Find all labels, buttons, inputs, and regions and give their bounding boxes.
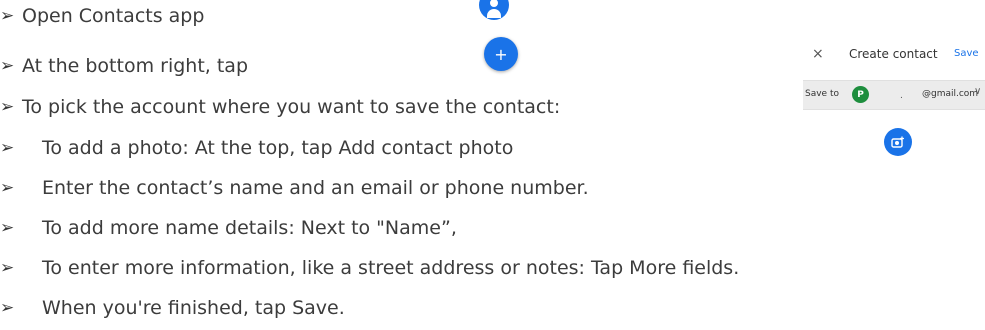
chevron-down-icon[interactable]: ∨ <box>974 86 981 97</box>
step-1: ➢ Open Contacts app <box>0 4 204 28</box>
close-icon[interactable]: × <box>812 46 824 62</box>
add-photo-button[interactable] <box>884 128 912 156</box>
create-contact-screenshot: × Create contact Save Save to P . @gmail… <box>803 42 985 162</box>
step-text: Enter the contact’s name and an email or… <box>42 177 589 199</box>
step-text: To add more name details: Next to "Name”… <box>42 217 457 239</box>
bullet-arrow-icon: ➢ <box>0 56 15 76</box>
step-7: ➢ To enter more information, like a stre… <box>0 256 739 280</box>
add-photo-icon <box>891 136 904 148</box>
bullet-arrow-icon: ➢ <box>0 258 15 278</box>
step-text: Open Contacts app <box>22 5 205 27</box>
bullet-arrow-icon: ➢ <box>0 6 15 26</box>
add-contact-fab[interactable]: + <box>484 37 518 71</box>
plus-icon: + <box>494 44 508 64</box>
step-text: When you're finished, tap Save. <box>42 297 345 319</box>
step-text: At the bottom right, tap <box>22 55 249 77</box>
account-avatar: P <box>852 86 869 103</box>
step-2: ➢ At the bottom right, tap <box>0 54 248 78</box>
step-4: ➢ To add a photo: At the top, tap Add co… <box>0 136 513 160</box>
bullet-arrow-icon: ➢ <box>0 97 15 117</box>
step-text: To enter more information, like a street… <box>42 257 740 279</box>
contacts-app-icon <box>479 0 509 20</box>
save-button[interactable]: Save <box>954 48 979 59</box>
bullet-arrow-icon: ➢ <box>0 218 15 238</box>
bullet-arrow-icon: ➢ <box>0 298 15 318</box>
create-contact-title: Create contact <box>849 47 938 61</box>
person-shoulders <box>487 9 501 18</box>
step-text: To pick the account where you want to sa… <box>22 96 561 118</box>
save-to-label: Save to <box>805 89 839 99</box>
step-3: ➢ To pick the account where you want to … <box>0 95 560 119</box>
bullet-arrow-icon: ➢ <box>0 178 15 198</box>
step-5: ➢ Enter the contact’s name and an email … <box>0 176 589 200</box>
account-name-dot: . <box>900 91 903 101</box>
step-6: ➢ To add more name details: Next to "Nam… <box>0 216 457 240</box>
save-to-account-selector[interactable]: Save to P . @gmail.com ∨ <box>803 80 985 110</box>
account-email: @gmail.com <box>922 89 979 99</box>
bullet-arrow-icon: ➢ <box>0 138 15 158</box>
step-8: ➢ When you're finished, tap Save. <box>0 296 345 320</box>
step-text: To add a photo: At the top, tap Add cont… <box>42 137 514 159</box>
person-head <box>490 0 498 7</box>
